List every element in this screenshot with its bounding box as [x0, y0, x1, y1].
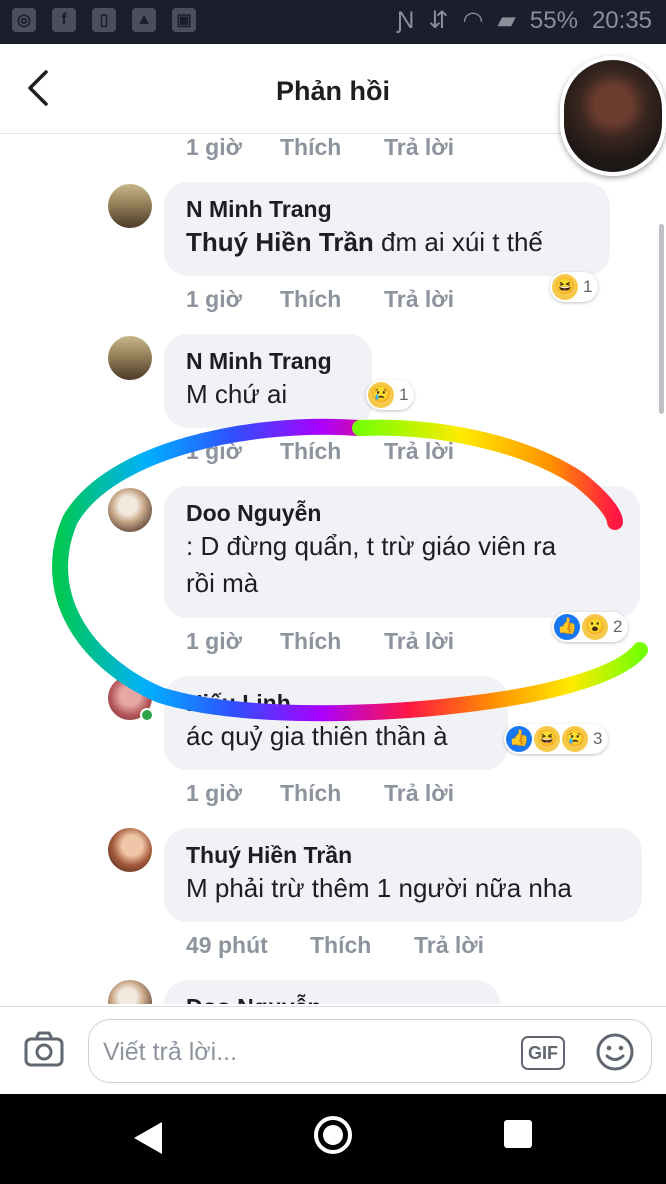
- reply-link[interactable]: Trả lời: [384, 780, 454, 807]
- reply-input-box[interactable]: GIF: [88, 1019, 652, 1083]
- haha-icon: 😆: [552, 274, 578, 300]
- clock: 20:35: [591, 6, 652, 34]
- comment-author[interactable]: Thuý Hiền Trần: [186, 840, 620, 870]
- wifi-icon: ◠: [462, 7, 484, 34]
- gif-button[interactable]: GIF: [521, 1036, 565, 1070]
- sim-icon: ▯: [92, 8, 116, 32]
- reaction-summary[interactable]: 👍 😆 😢 3: [504, 724, 609, 754]
- nav-back-icon[interactable]: [130, 1120, 166, 1156]
- reply-link[interactable]: Trả lời: [384, 134, 454, 161]
- comment-author[interactable]: Doo Nguyễn: [186, 992, 478, 1004]
- like-link[interactable]: Thích: [280, 780, 384, 807]
- mention[interactable]: Thuý Hiền Trần: [186, 227, 374, 257]
- messenger-icon: ◎: [12, 8, 36, 32]
- comment-text: ác quỷ gia thiên thần à: [186, 721, 448, 751]
- comment-meta: 1 giờ Thích Trả lời: [186, 628, 454, 655]
- timestamp: 49 phút: [186, 932, 268, 958]
- comment-meta: 1 giờ Thích Trả lời: [186, 780, 454, 807]
- avatar[interactable]: [108, 488, 152, 532]
- sad-icon: 😢: [368, 382, 394, 408]
- wow-icon: 😮: [582, 614, 608, 640]
- reply-input[interactable]: [103, 1030, 503, 1074]
- chat-head-avatar[interactable]: [560, 56, 666, 176]
- comment-meta: 1 giờ Thích Trả lời: [186, 438, 454, 465]
- like-link[interactable]: Thích: [280, 628, 384, 655]
- comment-text: M phải trừ thêm 1 người nữa nha: [186, 873, 572, 903]
- comment-bubble[interactable]: Thuý Hiền Trần M phải trừ thêm 1 người n…: [164, 828, 642, 922]
- comment-text: Thuý Hiền Trần đm ai xúi t thế: [186, 227, 543, 257]
- reply-link[interactable]: Trả lời: [384, 628, 454, 655]
- status-bar: ◎ f ▯ ▲ ▣ Ɲ ⇵ ◠ ▰ 55% 20:35: [0, 0, 666, 44]
- reply-thread[interactable]: 1 giờ Thích Trả lời N Minh Trang Thuý Hi…: [0, 134, 666, 1004]
- comment-bubble[interactable]: Hiếu Linh ác quỷ gia thiên thần à: [164, 676, 508, 770]
- comment-text: M chứ ai: [186, 379, 288, 409]
- nav-home-icon[interactable]: [314, 1116, 352, 1154]
- like-link[interactable]: Thích: [280, 286, 384, 313]
- timestamp: 1 giờ: [186, 134, 242, 160]
- comment-author[interactable]: N Minh Trang: [186, 194, 588, 224]
- timestamp: 1 giờ: [186, 438, 242, 464]
- reaction-summary[interactable]: 👍 😮 2: [552, 612, 629, 642]
- camera-icon[interactable]: [24, 1031, 64, 1067]
- comment-meta: 1 giờ Thích Trả lời: [186, 134, 454, 161]
- comment-bubble[interactable]: Doo Nguyễn : D đừng quẩn, t trừ giáo viê…: [164, 486, 640, 618]
- like-link[interactable]: Thích: [280, 438, 384, 465]
- scrollbar[interactable]: [659, 224, 664, 414]
- emoji-icon[interactable]: [595, 1032, 635, 1072]
- like-icon: 👍: [506, 726, 532, 752]
- avatar[interactable]: [108, 828, 152, 872]
- comment-bubble[interactable]: Doo Nguyễn: [164, 980, 500, 1004]
- reaction-count: 1: [399, 385, 409, 404]
- battery-level: 55%: [529, 6, 578, 34]
- comment-bubble[interactable]: N Minh Trang M chứ ai: [164, 334, 372, 428]
- timestamp: 1 giờ: [186, 286, 242, 312]
- reaction-count: 2: [613, 617, 623, 636]
- lock-icon: ▲: [132, 8, 156, 32]
- comment-text-line: : D đừng quẩn, t trừ giáo viên ra: [186, 531, 557, 561]
- reply-link[interactable]: Trả lời: [384, 286, 454, 313]
- timestamp: 1 giờ: [186, 780, 242, 806]
- haha-icon: 😆: [534, 726, 560, 752]
- facebook-icon: f: [52, 8, 76, 32]
- comment-text-line: rồi mà: [186, 568, 259, 598]
- like-link[interactable]: Thích: [280, 134, 384, 161]
- gallery-icon: ▣: [172, 8, 196, 32]
- reply-link[interactable]: Trả lời: [384, 438, 454, 465]
- signal-icon: ▰: [497, 7, 516, 34]
- sad-icon: 😢: [562, 726, 588, 752]
- nav-recents-icon[interactable]: [504, 1120, 532, 1148]
- like-link[interactable]: Thích: [310, 932, 414, 959]
- comment-author[interactable]: Hiếu Linh: [186, 688, 486, 718]
- comment-bubble[interactable]: N Minh Trang Thuý Hiền Trần đm ai xúi t …: [164, 182, 610, 276]
- reaction-summary[interactable]: 😢 1: [366, 380, 415, 410]
- online-indicator: [140, 708, 154, 722]
- android-nav-bar: [0, 1094, 666, 1184]
- comment-meta: 49 phút Thích Trả lời: [186, 932, 484, 959]
- reply-link[interactable]: Trả lời: [414, 932, 484, 959]
- timestamp: 1 giờ: [186, 628, 242, 654]
- replies-screen: 1 giờ Thích Trả lời N Minh Trang Thuý Hi…: [0, 44, 666, 1094]
- reaction-count: 3: [593, 729, 603, 748]
- comment-meta: 1 giờ Thích Trả lời: [186, 286, 454, 313]
- avatar[interactable]: [108, 336, 152, 380]
- nfc-icon: Ɲ: [397, 6, 415, 34]
- reply-composer: GIF: [0, 1006, 666, 1094]
- reaction-summary[interactable]: 😆 1: [550, 272, 599, 302]
- like-icon: 👍: [554, 614, 580, 640]
- comment-author[interactable]: Doo Nguyễn: [186, 498, 618, 528]
- avatar[interactable]: [108, 980, 152, 1004]
- avatar[interactable]: [108, 184, 152, 228]
- reaction-count: 1: [583, 277, 593, 296]
- vibrate-icon: ⇵: [428, 7, 449, 34]
- comment-author[interactable]: N Minh Trang: [186, 346, 350, 376]
